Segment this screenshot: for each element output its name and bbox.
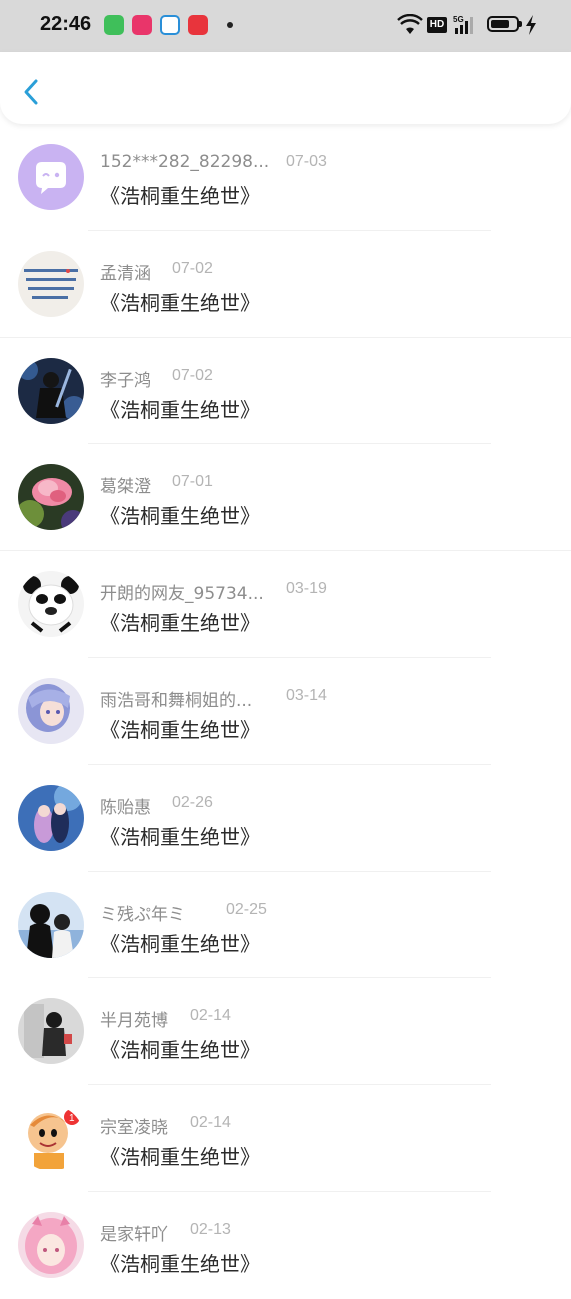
list-item[interactable]: 半月苑博 02-14 《浩桐重生绝世》 [0,978,571,1086]
list-item[interactable]: 李子鸿 07-02 《浩桐重生绝世》 [0,338,571,445]
status-time: 22:46 [40,13,92,35]
app-icon-green [104,15,124,35]
silhouette-couple-avatar [18,891,84,958]
post-date: 02-26 [172,793,213,811]
post-date: 07-01 [172,473,213,491]
hd-badge: HD [427,17,447,33]
user-name: 孟清涵 [100,263,151,284]
list-item[interactable]: 葛桀澄 07-01 《浩桐重生绝世》 [0,444,571,552]
user-name: 雨浩哥和舞桐姐的... [100,690,253,711]
book-title: 《浩桐重生绝世》 [100,717,260,742]
signal-icon: 5G [453,15,473,34]
user-name: 开朗的网友_95734... [100,584,264,605]
anime-swordsman-avatar [18,357,84,424]
post-date: 02-14 [190,1114,231,1132]
girl-photo-avatar [18,998,84,1065]
post-date: 03-14 [286,686,327,704]
user-name: 李子鸿 [100,370,151,391]
book-title: 《浩桐重生绝世》 [100,931,260,956]
user-name: 是家轩吖 [100,1224,168,1245]
user-name: 葛桀澄 [100,477,151,498]
book-title: 《浩桐重生绝世》 [100,1038,260,1063]
app-icon-blue [160,15,180,35]
list-item[interactable]: 开朗的网友_95734... 03-19 《浩桐重生绝世》 [0,551,571,658]
user-name: 152***282_82298... [100,152,270,172]
user-name: 陈贻惠 [100,797,151,818]
cartoon-boy-avatar: 1 [18,1105,84,1172]
panda-meme-avatar [18,571,84,638]
chat-bubble-avatar [18,144,84,210]
pink-flower-avatar [18,464,84,531]
text-note-avatar [18,250,84,317]
notification-dot [227,22,233,28]
signal-5g-label: 5G [453,15,464,24]
post-date: 02-14 [190,1007,231,1025]
post-date: 03-19 [286,580,327,598]
user-name: 半月苑博 [100,1011,168,1032]
book-title: 《浩桐重生绝世》 [100,824,260,849]
list-item[interactable]: ミ残ぷ年ミ 02-25 《浩桐重生绝世》 [0,872,571,979]
battery-icon [487,16,519,32]
book-title: 《浩桐重生绝世》 [100,397,260,422]
book-title: 《浩桐重生绝世》 [100,184,260,208]
app-icon-pink [132,15,152,35]
user-list: 152***282_82298... 07-03 《浩桐重生绝世》 孟清涵 07… [0,124,571,1299]
post-date: 07-02 [172,366,213,384]
post-date: 02-13 [190,1220,231,1238]
svg-text:1: 1 [69,1113,75,1124]
app-icon-red [188,15,208,35]
post-date: 02-25 [226,900,267,918]
list-item[interactable]: 1 宗室凌晓 02-14 《浩桐重生绝世》 [0,1085,571,1192]
charging-bolt-icon [526,15,536,35]
post-date: 07-02 [172,259,213,277]
book-title: 《浩桐重生绝世》 [100,1251,260,1276]
list-item[interactable]: 雨浩哥和舞桐姐的... 03-14 《浩桐重生绝世》 [0,658,571,765]
battery-nub [519,21,522,27]
anime-girl-avatar [18,677,84,744]
chevron-left-icon[interactable] [18,76,46,108]
book-title: 《浩桐重生绝世》 [100,290,260,315]
book-title: 《浩桐重生绝世》 [100,611,260,636]
pink-hair-girl-avatar [18,1211,84,1278]
user-name: 宗室凌晓 [100,1118,168,1139]
list-item[interactable]: 陈贻惠 02-26 《浩桐重生绝世》 [0,765,571,872]
list-item[interactable]: 孟清涵 07-02 《浩桐重生绝世》 [0,231,571,338]
list-item[interactable]: 是家轩吖 02-13 《浩桐重生绝世》 [0,1192,571,1299]
book-title: 《浩桐重生绝世》 [100,504,260,529]
wifi-icon [397,14,423,34]
user-name: ミ残ぷ年ミ [100,904,185,925]
list-item[interactable]: 152***282_82298... 07-03 《浩桐重生绝世》 [0,124,571,231]
post-date: 07-03 [286,153,327,170]
page-header [0,52,571,124]
status-bar: 22:46 HD 5G [0,0,571,52]
anime-couple-avatar [18,784,84,851]
book-title: 《浩桐重生绝世》 [100,1145,260,1170]
